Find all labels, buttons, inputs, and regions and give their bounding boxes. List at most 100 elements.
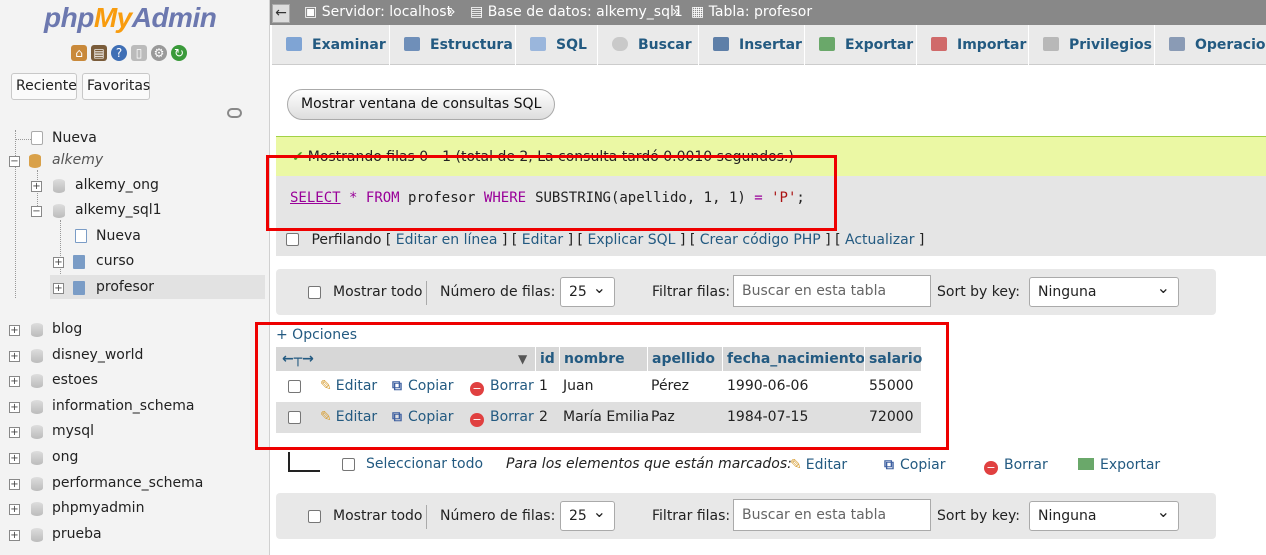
expand-icon[interactable]: +	[9, 427, 20, 438]
select-all-checkbox[interactable]	[342, 458, 355, 471]
delete-icon: −	[470, 382, 484, 396]
rows-per-page-select[interactable]: 25	[560, 274, 615, 307]
options-link[interactable]: + Opciones	[276, 327, 357, 343]
cell-apellido[interactable]: Pérez	[651, 371, 689, 402]
link-icon[interactable]	[227, 108, 242, 118]
row-copy-link[interactable]: ⧉ Copiar	[392, 402, 453, 433]
sort-by-key-select[interactable]: Ninguna	[1029, 274, 1179, 307]
row-delete-link[interactable]: − Borrar	[470, 371, 534, 402]
sort-dropdown-icon[interactable]: ▼	[518, 347, 527, 371]
expand-icon[interactable]: +	[9, 325, 20, 336]
filter-rows-input[interactable]: Buscar en esta tabla	[733, 275, 931, 307]
filter-rows-input[interactable]: Buscar en esta tabla	[733, 499, 931, 531]
favorites-tab[interactable]: Favoritas	[82, 73, 150, 100]
cell-salario[interactable]: 72000	[869, 402, 914, 433]
import-icon	[931, 37, 947, 51]
tree-db-label: alkemy_sql1	[75, 202, 162, 218]
row-checkbox[interactable]	[288, 411, 301, 424]
bulk-edit-button[interactable]: ✎ Editar	[790, 453, 847, 477]
sql-function: SUBSTRING	[535, 190, 611, 206]
breadcrumb-database-label: Base de datos: alkemy_sql1	[487, 4, 683, 20]
help-icon[interactable]: ?	[111, 45, 127, 61]
column-header-nombre[interactable]: nombre	[559, 347, 647, 371]
refresh-link[interactable]: Actualizar	[845, 232, 914, 248]
expand-icon[interactable]: +	[9, 376, 20, 387]
tab-insert[interactable]: Insertar	[699, 25, 805, 65]
phpmyadmin-logo[interactable]: phpMyAdmin	[44, 2, 217, 34]
cell-apellido[interactable]: Paz	[651, 402, 675, 433]
row-edit-link[interactable]: ✎ Editar	[320, 371, 377, 402]
edit-query-link[interactable]: Editar	[522, 232, 563, 248]
sql-where-keyword: WHERE	[483, 190, 527, 206]
arrow-up-left-icon	[288, 452, 320, 472]
tab-browse[interactable]: Examinar	[272, 25, 390, 65]
create-php-code-link[interactable]: Crear código PHP	[700, 232, 821, 248]
expand-icon[interactable]: +	[31, 181, 42, 192]
row-checkbox[interactable]	[288, 380, 301, 393]
column-resize-icon[interactable]: ←┬→	[282, 347, 314, 371]
cell-id[interactable]: 2	[539, 402, 548, 433]
profiling-checkbox[interactable]	[286, 233, 299, 246]
bulk-edit-label: Editar	[805, 457, 848, 473]
row-copy-link[interactable]: ⧉ Copiar	[392, 371, 453, 402]
expand-icon[interactable]: +	[53, 257, 64, 268]
breadcrumb-server[interactable]: ▣ Servidor: localhost	[304, 0, 452, 25]
show-all-checkbox[interactable]	[308, 286, 321, 299]
tab-operations[interactable]: Operacion	[1155, 25, 1266, 65]
home-icon[interactable]: ⌂	[71, 45, 87, 61]
settings-icon[interactable]: ⚙	[151, 45, 167, 61]
reload-icon[interactable]: ↻	[171, 45, 187, 61]
tab-sql[interactable]: SQL	[516, 25, 598, 65]
cell-salario[interactable]: 55000	[869, 371, 914, 402]
with-selected-label: Para los elementos que están marcados:	[506, 456, 792, 472]
column-header-id[interactable]: id	[535, 347, 559, 371]
tab-privileges[interactable]: Privilegios	[1029, 25, 1155, 65]
cell-fecha-nacimiento[interactable]: 1990-06-06	[727, 371, 808, 402]
sort-by-key-select[interactable]: Ninguna	[1029, 498, 1179, 531]
breadcrumb-table[interactable]: ▦ Tabla: profesor	[691, 0, 812, 25]
column-header-apellido[interactable]: apellido	[647, 347, 722, 371]
main-tabs: Examinar Estructura SQL Buscar Insertar …	[272, 25, 1266, 65]
table-row: ✎ Editar ⧉ Copiar − Borrar 2 María Emilia P…	[276, 402, 921, 433]
recent-tab[interactable]: Reciente	[11, 73, 77, 100]
bulk-delete-button[interactable]: − Borrar	[984, 453, 1048, 477]
cell-fecha-nacimiento[interactable]: 1984-07-15	[727, 402, 808, 433]
tab-structure[interactable]: Estructura	[390, 25, 516, 65]
tab-export[interactable]: Exportar	[805, 25, 917, 65]
explain-sql-link[interactable]: Explicar SQL	[587, 232, 675, 248]
collapse-icon[interactable]: −	[31, 206, 42, 217]
column-header-salario[interactable]: salario	[864, 347, 922, 371]
copy-icon: ⧉	[392, 378, 402, 394]
bulk-copy-button[interactable]: ⧉ Copiar	[884, 453, 945, 477]
sql-select-keyword[interactable]: SELECT	[290, 190, 341, 206]
collapse-icon[interactable]: −	[9, 156, 20, 167]
cell-nombre[interactable]: Juan	[563, 371, 593, 402]
logout-icon[interactable]: ▤	[91, 45, 107, 61]
expand-icon[interactable]: +	[9, 504, 20, 515]
expand-icon[interactable]: +	[9, 453, 20, 464]
tab-search[interactable]: Buscar	[598, 25, 699, 65]
breadcrumb-database[interactable]: ▤ Base de datos: alkemy_sql1	[470, 0, 683, 25]
tree-table-label: profesor	[96, 279, 155, 295]
show-all-checkbox[interactable]	[308, 510, 321, 523]
edit-inline-link[interactable]: Editar en línea	[396, 232, 498, 248]
rows-per-page-select[interactable]: 25	[560, 498, 615, 531]
column-header-fecha-nacimiento[interactable]: fecha_nacimiento	[722, 347, 865, 371]
expand-icon[interactable]: +	[9, 479, 20, 490]
show-sql-window-button[interactable]: Mostrar ventana de consultas SQL	[287, 89, 556, 120]
tab-import[interactable]: Importar	[917, 25, 1029, 65]
expand-icon[interactable]: +	[9, 530, 20, 541]
select-all-label[interactable]: Seleccionar todo	[366, 452, 483, 476]
row-edit-label: Editar	[335, 378, 378, 394]
row-edit-link[interactable]: ✎ Editar	[320, 402, 377, 433]
row-delete-link[interactable]: − Borrar	[470, 402, 534, 433]
row-delete-label: Borrar	[490, 409, 534, 425]
collapse-nav-button[interactable]: ←	[272, 4, 290, 23]
expand-icon[interactable]: +	[9, 402, 20, 413]
cell-nombre[interactable]: María Emilia	[563, 402, 649, 433]
cell-id[interactable]: 1	[539, 371, 548, 402]
docs-icon[interactable]: ▯	[131, 45, 147, 61]
bulk-export-button[interactable]: Exportar	[1078, 453, 1160, 477]
expand-icon[interactable]: +	[9, 351, 20, 362]
expand-icon[interactable]: +	[53, 283, 64, 294]
